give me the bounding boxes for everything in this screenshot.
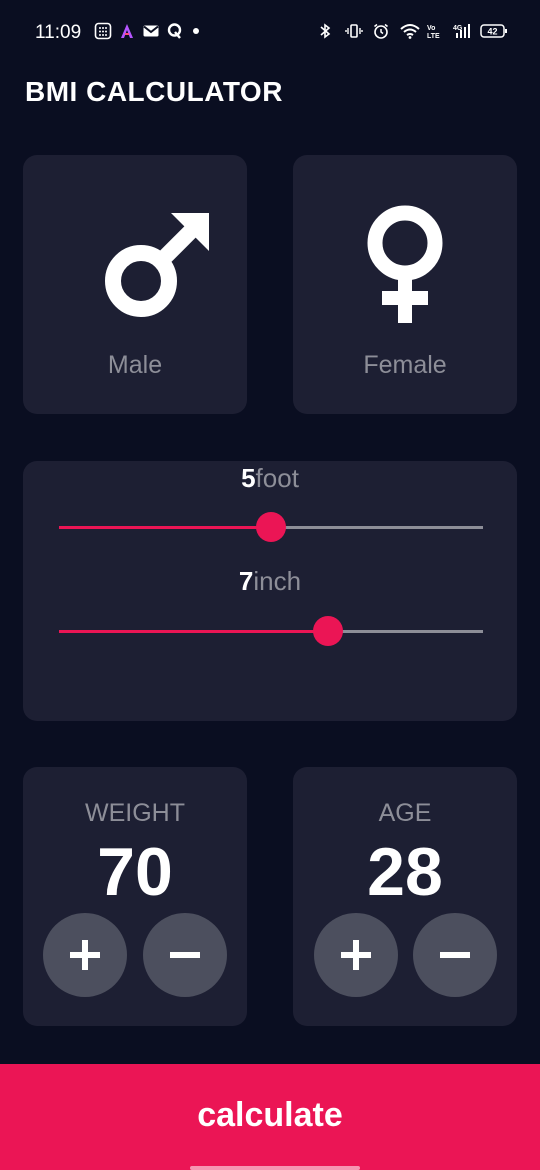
age-increment-button[interactable] bbox=[314, 913, 398, 997]
svg-text:LTE: LTE bbox=[427, 33, 440, 40]
male-icon bbox=[105, 213, 209, 317]
inch-slider-thumb[interactable] bbox=[313, 616, 344, 646]
wifi-icon bbox=[399, 22, 420, 40]
female-icon bbox=[367, 205, 443, 323]
feet-slider-thumb[interactable] bbox=[256, 512, 286, 542]
arc-app-icon bbox=[118, 22, 136, 40]
inch-slider[interactable] bbox=[59, 616, 483, 646]
calculator-app-icon bbox=[94, 22, 112, 40]
status-notification-icons bbox=[94, 22, 208, 40]
more-notifications-dot-icon bbox=[190, 22, 208, 40]
feet-unit: foot bbox=[255, 463, 299, 493]
weight-card: WEIGHT 70 bbox=[23, 767, 247, 1026]
height-card: 5foot 7inch bbox=[23, 461, 517, 721]
inch-unit: inch bbox=[253, 566, 302, 596]
volte-icon: Vo LTE bbox=[426, 22, 444, 40]
plus-icon bbox=[341, 940, 371, 970]
plus-icon bbox=[70, 940, 100, 970]
status-bar: 11:09 Vo LTE 4G 42 bbox=[0, 0, 540, 48]
svg-text:Vo: Vo bbox=[427, 25, 435, 32]
male-card[interactable]: Male bbox=[23, 155, 247, 414]
battery-icon: 42 bbox=[480, 22, 508, 40]
alarm-icon bbox=[372, 22, 390, 40]
weight-increment-button[interactable] bbox=[43, 913, 127, 997]
female-label: Female bbox=[363, 351, 447, 379]
vibrate-icon bbox=[345, 22, 363, 40]
weight-value: 70 bbox=[97, 834, 173, 910]
home-indicator bbox=[190, 1166, 360, 1170]
age-value: 28 bbox=[367, 834, 443, 910]
weight-decrement-button[interactable] bbox=[143, 913, 227, 997]
weight-label: WEIGHT bbox=[85, 799, 185, 827]
quora-icon bbox=[166, 22, 184, 40]
bluetooth-icon bbox=[318, 22, 336, 40]
calculate-button[interactable]: calculate bbox=[0, 1064, 540, 1170]
status-time: 11:09 bbox=[35, 22, 82, 43]
calculate-label: calculate bbox=[197, 1095, 343, 1134]
signal-4g-icon: 4G bbox=[453, 22, 471, 40]
age-card: AGE 28 bbox=[293, 767, 517, 1026]
age-decrement-button[interactable] bbox=[413, 913, 497, 997]
app-title: BMI CALCULATOR bbox=[25, 76, 283, 107]
inch-number: 7 bbox=[238, 566, 254, 596]
age-label: AGE bbox=[378, 799, 432, 827]
status-system-icons: Vo LTE 4G 42 bbox=[318, 22, 508, 40]
minus-icon bbox=[170, 952, 200, 958]
female-card[interactable]: Female bbox=[293, 155, 517, 414]
male-label: Male bbox=[107, 351, 163, 379]
feet-value: 5foot bbox=[23, 463, 517, 494]
minus-icon bbox=[440, 952, 470, 958]
feet-slider[interactable] bbox=[59, 512, 483, 542]
battery-level: 42 bbox=[487, 27, 497, 37]
inch-value: 7inch bbox=[23, 566, 517, 597]
gmail-icon bbox=[142, 22, 160, 40]
inch-slider-fill bbox=[59, 630, 329, 633]
feet-slider-fill bbox=[59, 526, 271, 529]
feet-number: 5 bbox=[241, 463, 256, 493]
